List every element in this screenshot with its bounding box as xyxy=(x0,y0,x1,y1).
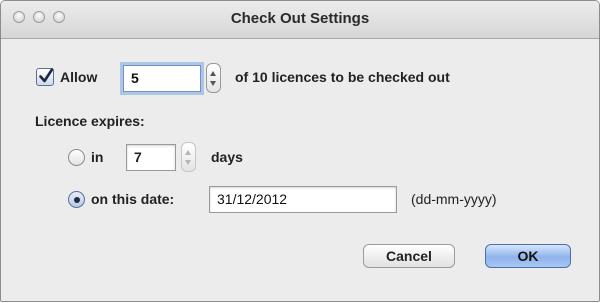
checkmark-icon xyxy=(39,68,54,83)
expiry-date-field[interactable]: 31/12/2012 xyxy=(209,186,397,213)
expires-on-date-label[interactable]: on this date: xyxy=(91,191,174,207)
days-field[interactable]: 7 xyxy=(126,144,176,171)
stepper-up-icon[interactable] xyxy=(185,150,191,155)
licence-expires-heading: Licence expires: xyxy=(35,113,145,129)
window-title: Check Out Settings xyxy=(230,10,370,27)
licence-count-suffix: of 10 licences to be checked out xyxy=(235,69,450,85)
allow-label[interactable]: Allow xyxy=(60,69,97,85)
days-label: days xyxy=(211,149,243,165)
expires-in-label[interactable]: in xyxy=(91,149,103,165)
licence-count-field[interactable]: 5 xyxy=(123,65,201,92)
stepper-down-icon[interactable] xyxy=(210,81,216,86)
title-bar: Check Out Settings xyxy=(1,1,599,39)
stepper-down-icon[interactable] xyxy=(185,160,191,165)
stepper-up-icon[interactable] xyxy=(210,71,216,76)
days-stepper[interactable] xyxy=(181,142,196,172)
expires-in-days-radio[interactable] xyxy=(68,149,85,166)
allow-checkbox[interactable] xyxy=(36,68,54,86)
check-out-settings-window: Check Out Settings Allow 5 of 10 licence… xyxy=(0,0,600,302)
date-format-hint: (dd-mm-yyyy) xyxy=(411,191,497,207)
cancel-button[interactable]: Cancel xyxy=(363,244,455,268)
ok-button[interactable]: OK xyxy=(485,244,571,268)
radio-selected-dot xyxy=(73,196,80,203)
licence-count-stepper[interactable] xyxy=(206,63,221,93)
expires-on-date-radio[interactable] xyxy=(68,191,85,208)
